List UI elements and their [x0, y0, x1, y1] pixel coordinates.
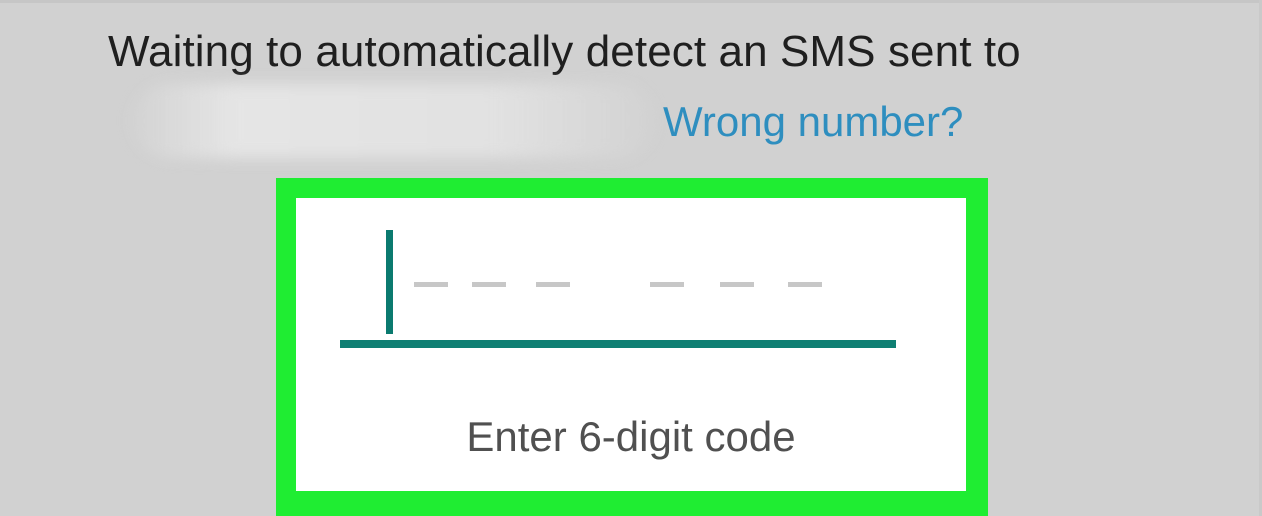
- enter-code-label: Enter 6-digit code: [466, 413, 796, 460]
- sms-detection-message: Waiting to automatically detect an SMS s…: [108, 27, 1021, 76]
- digit-placeholder-6: [788, 282, 822, 287]
- digit-placeholder-1: [414, 282, 448, 287]
- six-digit-code-input[interactable]: [340, 230, 900, 360]
- verification-code-card: Enter 6-digit code: [296, 198, 966, 491]
- digit-placeholder-3: [536, 282, 570, 287]
- digit-placeholder-4: [650, 282, 684, 287]
- digit-placeholder-2: [472, 282, 506, 287]
- sms-verification-screen: Waiting to automatically detect an SMS s…: [0, 0, 1262, 516]
- digit-placeholder-5: [720, 282, 754, 287]
- wrong-number-link[interactable]: Wrong number?: [663, 96, 963, 148]
- code-input-underline: [340, 340, 896, 348]
- verification-code-highlight: Enter 6-digit code: [276, 178, 988, 516]
- text-cursor-icon: [386, 230, 393, 334]
- redacted-phone-number: [130, 84, 655, 158]
